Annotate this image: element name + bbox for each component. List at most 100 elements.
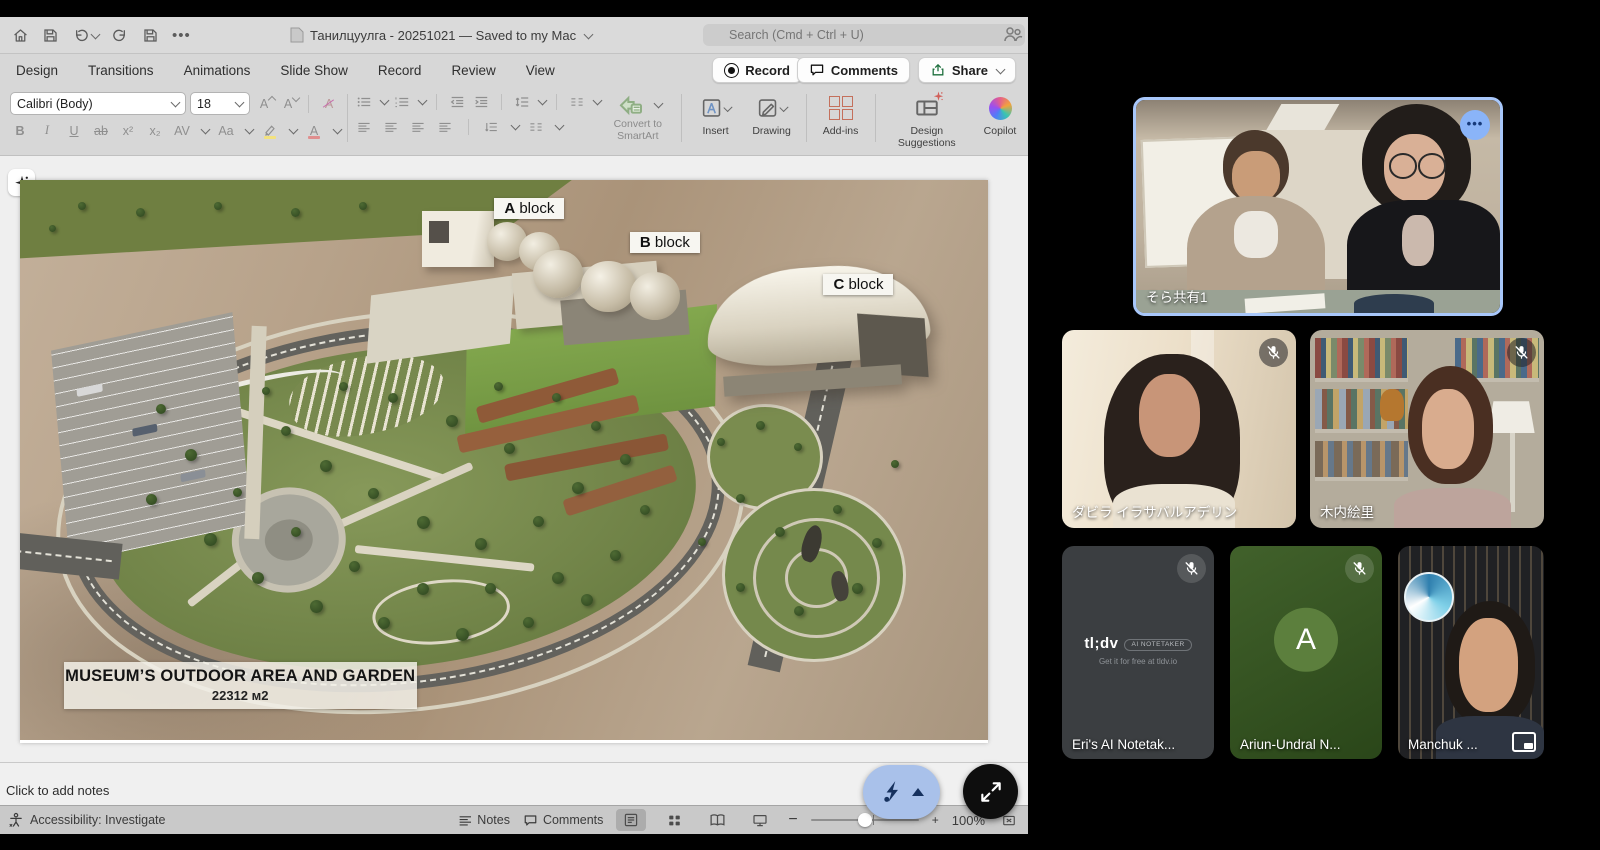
shrink-font-button[interactable]: A (278, 94, 298, 113)
chevron-down-icon (333, 125, 343, 135)
comments-button[interactable]: Comments (797, 57, 910, 83)
search-input[interactable] (703, 24, 1025, 46)
align-left-button[interactable] (354, 117, 374, 136)
subscript-button[interactable]: x₂ (145, 121, 165, 140)
bold-button[interactable]: B (10, 121, 30, 140)
reading-view-button[interactable] (702, 809, 732, 831)
share-button[interactable]: Share (918, 57, 1016, 83)
tab-design[interactable]: Design (16, 63, 58, 78)
copilot-icon (989, 97, 1012, 120)
align-text-button[interactable] (526, 117, 546, 136)
decor-tree (533, 516, 544, 527)
numbering-button[interactable] (392, 92, 412, 111)
save-icon[interactable] (42, 27, 59, 44)
redo-icon[interactable] (112, 27, 129, 44)
design-suggestions-button[interactable]: Design Suggestions (882, 92, 972, 149)
comments-toggle-label: Comments (543, 813, 603, 827)
highlight-button[interactable] (260, 121, 280, 140)
video-tile-davila[interactable]: ダビラ イラサバルアデリン (1062, 330, 1296, 528)
character-spacing-button[interactable]: AV (172, 121, 192, 140)
italic-button[interactable]: I (37, 121, 57, 140)
caption-area: 22312 м2 (64, 688, 417, 703)
font-name-select[interactable]: Calibri (Body) (10, 92, 186, 115)
decrease-indent-button[interactable] (447, 92, 467, 111)
video-tile-kiuchi[interactable]: 木内絵里 (1310, 330, 1544, 528)
video-tile-ariun[interactable]: A Ariun-Undral N... (1230, 546, 1382, 759)
fullscreen-button[interactable] (963, 764, 1018, 819)
increase-indent-button[interactable] (471, 92, 491, 111)
more-commands-icon[interactable]: ••• (172, 27, 191, 44)
copilot-button[interactable]: Copilot (972, 92, 1028, 137)
tab-view[interactable]: View (526, 63, 555, 78)
chevron-down-icon (380, 96, 390, 106)
font-color-button[interactable]: A (304, 121, 324, 140)
quick-access-toolbar: ••• (0, 27, 191, 44)
zoom-slider[interactable] (811, 819, 919, 821)
label-a-block[interactable]: A block (494, 198, 564, 219)
avatar: A (1274, 608, 1338, 672)
chevron-down-icon (418, 96, 428, 106)
normal-view-button[interactable] (616, 809, 646, 831)
clear-formatting-button[interactable]: A (319, 94, 339, 113)
people-presence-icon[interactable] (1002, 25, 1024, 45)
slideshow-button[interactable] (745, 809, 775, 831)
align-center-button[interactable] (381, 117, 401, 136)
tab-animations[interactable]: Animations (184, 63, 251, 78)
annotation-pill-button[interactable] (863, 765, 940, 819)
font-size-select[interactable]: 18 (190, 92, 250, 115)
grow-font-button[interactable]: A (254, 94, 274, 113)
decor-parking (51, 312, 251, 563)
decor-tree (736, 494, 745, 503)
picture-in-picture-icon[interactable] (1512, 732, 1536, 752)
slide-caption[interactable]: MUSEUM’S OUTDOOR AREA AND GARDEN 22312 м… (64, 662, 417, 709)
strikethrough-button[interactable]: ab (91, 121, 111, 140)
tab-transitions[interactable]: Transitions (88, 63, 154, 78)
decor-tree (756, 421, 765, 430)
superscript-button[interactable]: x² (118, 121, 138, 140)
tab-record[interactable]: Record (378, 63, 422, 78)
notes-toggle[interactable]: Notes (457, 813, 510, 827)
decor-books (1315, 441, 1409, 481)
align-right-button[interactable] (408, 117, 428, 136)
home-icon[interactable] (12, 27, 29, 44)
participant-name: Ariun-Undral N... (1240, 737, 1341, 752)
change-case-button[interactable]: Aa (216, 121, 236, 140)
label-c-block[interactable]: C block (823, 274, 893, 295)
caret-up-icon[interactable] (912, 788, 924, 796)
separator (501, 94, 502, 110)
document-title[interactable]: Танилцуулга - 20251021 — Saved to my Mac (290, 17, 592, 53)
line-spacing-button[interactable] (512, 92, 532, 111)
tile-more-options-button[interactable]: ••• (1460, 110, 1490, 140)
video-tile-manchuk[interactable]: Manchuk ... (1398, 546, 1544, 759)
bullets-button[interactable] (354, 92, 374, 111)
label-b-block[interactable]: B block (630, 232, 700, 253)
insert-button[interactable]: Insert (688, 92, 744, 137)
slide-sorter-icon (667, 813, 682, 828)
zoom-slider-thumb[interactable] (858, 813, 872, 827)
zoom-in-button[interactable]: + (932, 813, 939, 827)
accessibility-status[interactable]: Accessibility: Investigate (0, 812, 165, 828)
save-as-icon[interactable] (142, 27, 159, 44)
justify-button[interactable] (435, 117, 455, 136)
record-button[interactable]: Record (712, 57, 802, 83)
tab-slide-show[interactable]: Slide Show (280, 63, 348, 78)
decor-tree (485, 583, 496, 594)
drawing-button[interactable]: Drawing (744, 92, 800, 137)
video-tile-speaker[interactable]: ••• そら共有1 (1133, 97, 1503, 316)
tab-review[interactable]: Review (451, 63, 495, 78)
drawing-icon (757, 95, 778, 121)
comments-toggle[interactable]: Comments (523, 813, 603, 828)
zoom-out-button[interactable]: − (788, 811, 797, 829)
text-direction-button[interactable] (482, 117, 502, 136)
columns-button[interactable] (567, 92, 587, 111)
slide[interactable]: A block B block C block MUSEUM’S OUTDOOR… (20, 180, 988, 743)
convert-smartart-button[interactable]: Convert to SmartArt (601, 92, 675, 142)
underline-button[interactable]: U (64, 121, 84, 140)
paragraph-group (354, 92, 601, 136)
undo-button[interactable] (72, 27, 99, 44)
decor-tree (291, 208, 300, 217)
slide-sorter-button[interactable] (659, 809, 689, 831)
decor-cat-figurine (1380, 389, 1403, 421)
addins-button[interactable]: Add-ins (813, 92, 869, 137)
video-tile-tldv[interactable]: tl;dvAI NOTETAKER Get it for free at tld… (1062, 546, 1214, 759)
